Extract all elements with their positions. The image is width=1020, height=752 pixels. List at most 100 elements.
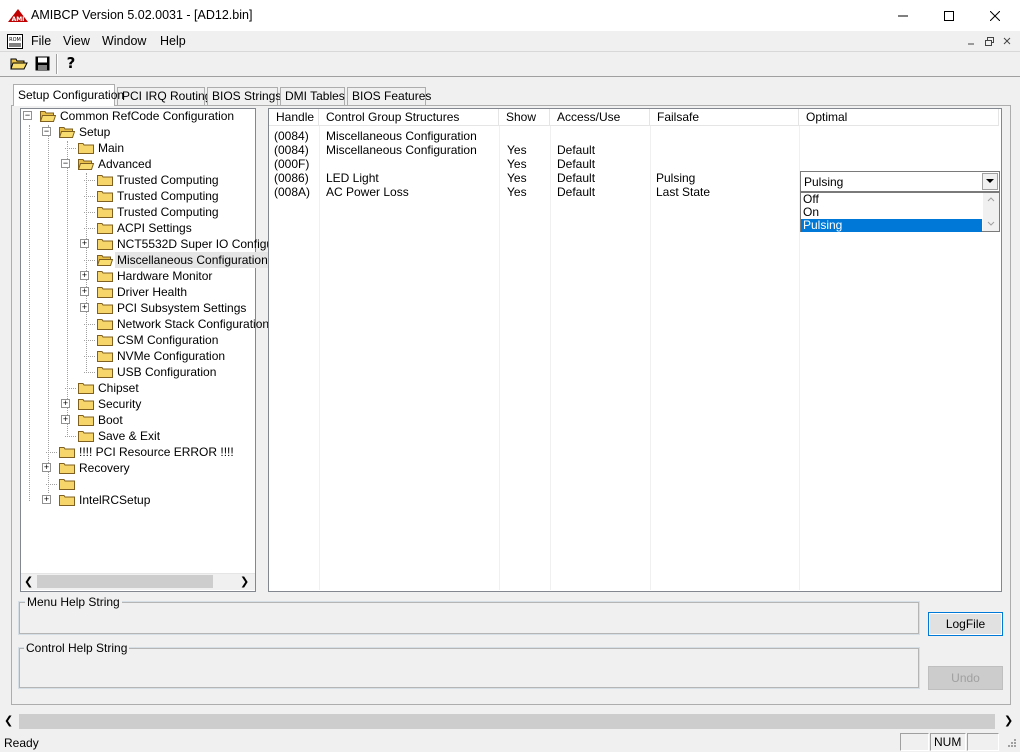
collapse-icon[interactable]: − — [23, 111, 32, 120]
folder-icon — [97, 303, 113, 314]
combobox-dropdown-button[interactable] — [982, 173, 998, 190]
tree-item-miscellaneous-configuration[interactable]: Miscellaneous Configuration — [0, 252, 270, 268]
folder-open-icon — [40, 111, 56, 122]
tree-item-label: !!!! PCI Resource ERROR !!!! — [79, 445, 234, 459]
tab-bios-strings[interactable]: BIOS Strings — [207, 87, 281, 105]
cell-handle: (0084) — [274, 143, 309, 157]
tab-bios-features[interactable]: BIOS Features — [347, 87, 431, 105]
cell-access: Default — [557, 171, 596, 185]
folder-open-icon — [78, 159, 94, 170]
tree-item-pci-subsystem-settings[interactable]: + PCI Subsystem Settings — [0, 300, 256, 316]
cell-cgs: Miscellaneous Configuration — [326, 129, 477, 143]
logfile-button[interactable]: LogFile — [928, 612, 1003, 636]
column-header-optimal[interactable]: Optimal — [799, 109, 999, 126]
save-button[interactable] — [31, 53, 53, 74]
tree-item-security[interactable]: + Security — [0, 396, 256, 412]
column-header-access-use[interactable]: Access/Use — [550, 109, 650, 126]
column-header-failsafe[interactable]: Failsafe — [650, 109, 799, 126]
scroll-right-arrow-icon[interactable]: ❯ — [1004, 714, 1013, 727]
tree-item-main[interactable]: Main — [0, 140, 256, 156]
tree-item-label: Trusted Computing — [117, 173, 219, 187]
tree-item-trusted-computing-2[interactable]: Trusted Computing — [0, 188, 256, 204]
expand-icon[interactable]: + — [80, 271, 89, 280]
tree-item-trusted-computing-3[interactable]: Trusted Computing — [0, 204, 256, 220]
scroll-right-arrow-icon[interactable]: ❯ — [240, 575, 250, 588]
dropdown-scrollbar[interactable] — [983, 193, 999, 231]
expand-icon[interactable]: + — [61, 399, 70, 408]
tree-item-trusted-computing-1[interactable]: Trusted Computing — [0, 172, 256, 188]
mdi-close-button[interactable] — [999, 34, 1015, 48]
expand-icon[interactable]: + — [42, 495, 51, 504]
folder-icon — [97, 191, 113, 202]
tree-item-save-and-exit[interactable]: Save & Exit — [0, 428, 256, 444]
scroll-left-arrow-icon[interactable]: ❮ — [24, 575, 34, 588]
expand-icon[interactable]: + — [42, 463, 51, 472]
menu-help[interactable]: Help — [160, 34, 186, 48]
tree-item-root[interactable]: − Common RefCode Configuration — [0, 108, 256, 124]
folder-icon — [78, 383, 94, 394]
tree-item-usb-configuration[interactable]: USB Configuration — [0, 364, 256, 380]
maximize-button[interactable] — [926, 0, 972, 31]
tree-item-nvme-configuration[interactable]: NVMe Configuration — [0, 348, 256, 364]
main-scroll-thumb[interactable] — [19, 714, 995, 729]
cell-failsafe: Last State — [656, 185, 711, 199]
tree-item-pci-resource-error[interactable]: !!!! PCI Resource ERROR !!!! — [0, 444, 256, 460]
dropdown-option-pulsing[interactable]: Pulsing — [801, 219, 982, 232]
mdi-restore-button[interactable] — [981, 34, 997, 48]
resize-grip-icon[interactable] — [1005, 738, 1017, 750]
open-folder-icon — [10, 58, 28, 70]
collapse-icon[interactable]: − — [42, 127, 51, 136]
mdi-minimize-button[interactable] — [963, 34, 979, 48]
tree-item-network-stack-configuration[interactable]: Network Stack Configuration — [0, 316, 269, 332]
help-button[interactable]: ? — [60, 53, 82, 74]
tree-item-hardware-monitor[interactable]: + Hardware Monitor — [0, 268, 256, 284]
expand-icon[interactable]: + — [80, 239, 89, 248]
folder-icon — [97, 319, 113, 330]
tree-item-label: Boot — [98, 413, 123, 427]
column-header-control-group-structures[interactable]: Control Group Structures — [319, 109, 499, 126]
maximize-icon — [944, 10, 954, 21]
folder-icon — [78, 399, 94, 410]
tree-guide-line — [65, 388, 76, 389]
folder-icon — [59, 463, 75, 474]
tab-dmi-tables[interactable]: DMI Tables — [280, 87, 345, 105]
table-row[interactable] — [270, 157, 1000, 171]
menu-window[interactable]: Window — [102, 34, 146, 48]
status-panel-empty — [967, 733, 999, 751]
tree-scroll-thumb[interactable] — [37, 575, 213, 588]
tree-item-recovery[interactable]: + Recovery — [0, 460, 256, 476]
menu-view[interactable]: View — [63, 34, 90, 48]
collapse-icon[interactable]: − — [61, 159, 70, 168]
tree-item-boot[interactable]: + Boot — [0, 412, 256, 428]
tree-item-chipset[interactable]: Chipset — [0, 380, 256, 396]
tree-item-driver-health[interactable]: + Driver Health — [0, 284, 256, 300]
tree-item-csm-configuration[interactable]: CSM Configuration — [0, 332, 256, 348]
folder-icon — [97, 207, 113, 218]
tree-item-acpi-settings[interactable]: ACPI Settings — [0, 220, 256, 236]
folder-icon — [97, 367, 113, 378]
tab-setup-configuration[interactable]: Setup Configuration — [13, 84, 124, 106]
column-header-show[interactable]: Show — [499, 109, 550, 126]
tree-item-label: Main — [98, 141, 125, 155]
tree-item-advanced[interactable]: − Advanced — [0, 156, 256, 172]
undo-button[interactable]: Undo — [928, 666, 1003, 690]
tree-item-label: Security — [98, 397, 142, 411]
tree-item-setup[interactable]: − Setup — [0, 124, 256, 140]
scroll-left-arrow-icon[interactable]: ❮ — [4, 714, 13, 727]
expand-icon[interactable]: + — [80, 303, 89, 312]
minimize-button[interactable] — [880, 0, 926, 31]
tree-item-nct5532d-super-io[interactable]: + NCT5532D Super IO Configu — [0, 236, 273, 252]
tree-item-blank[interactable] — [0, 476, 256, 492]
close-button[interactable] — [972, 0, 1018, 31]
status-text: Ready — [4, 736, 39, 750]
dropdown-option-off[interactable]: Off — [801, 193, 982, 206]
tree-item-label: Trusted Computing — [117, 189, 219, 203]
open-button[interactable] — [8, 53, 30, 74]
tree-guide-line — [84, 356, 95, 357]
tree-item-intelrcsetup[interactable]: + IntelRCSetup — [0, 492, 256, 508]
expand-icon[interactable]: + — [61, 415, 70, 424]
menu-file[interactable]: File — [31, 34, 51, 48]
tab-pci-irq-routing[interactable]: PCI IRQ Routing — [117, 87, 211, 105]
expand-icon[interactable]: + — [80, 287, 89, 296]
column-header-handle[interactable]: Handle — [269, 109, 319, 126]
